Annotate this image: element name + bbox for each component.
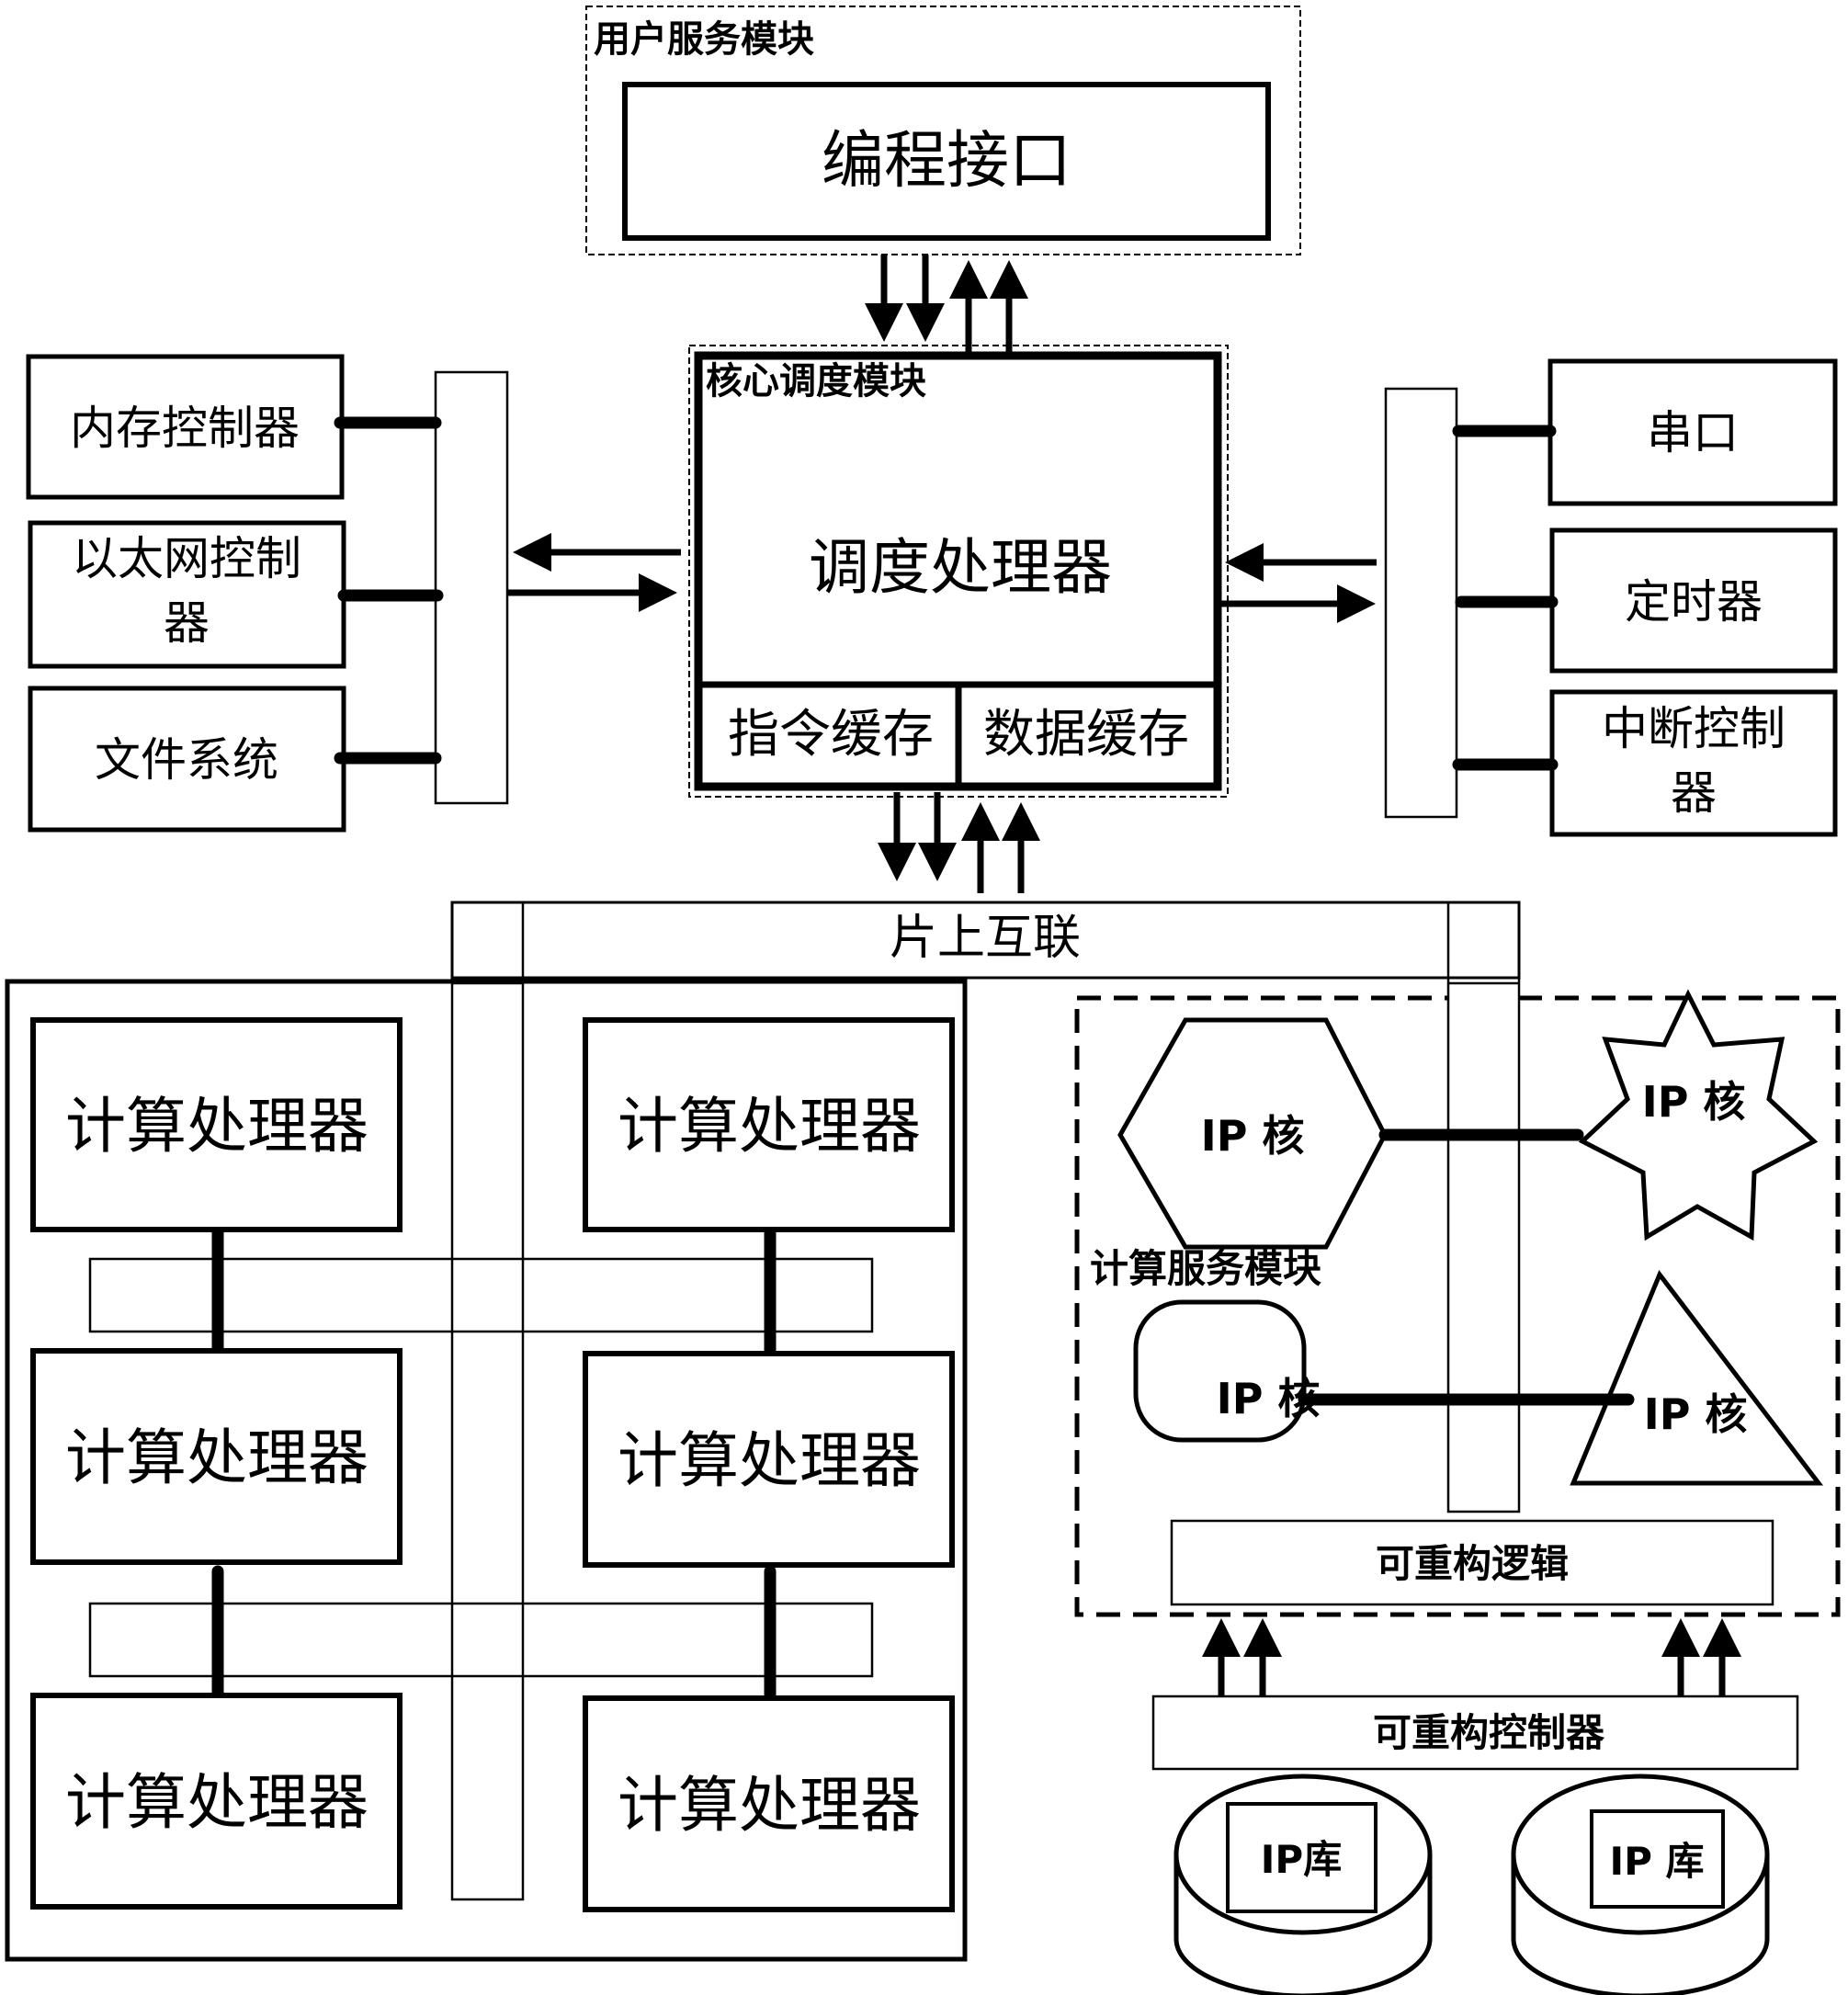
compute-service-module-title-overlay: 计算服务模块 bbox=[1090, 1246, 1321, 1291]
compute-processor-label: 计算处理器 bbox=[618, 1091, 921, 1162]
core-scheduling-module: 调度处理器 核心调度模块 指令缓存 数据缓存 bbox=[688, 345, 1229, 798]
compute-processor-box[interactable]: 计算处理器 bbox=[583, 1017, 955, 1232]
controller-arrows bbox=[1202, 1618, 1741, 1696]
file-system-label: 文件系统 bbox=[95, 733, 278, 787]
scheduler-processor-label: 调度处理器 bbox=[809, 532, 1112, 603]
compute-processor-box[interactable]: 计算处理器 bbox=[583, 1695, 955, 1912]
user-core-arrows bbox=[865, 255, 1028, 356]
compute-processor-box[interactable]: 计算处理器 bbox=[583, 1351, 955, 1568]
programming-interface-box[interactable]: 编程接口 bbox=[622, 82, 1271, 241]
memory-controller-label: 内存控制器 bbox=[70, 402, 300, 455]
serial-port-box[interactable]: 串口 bbox=[1548, 358, 1838, 506]
timer-label: 定时器 bbox=[1625, 575, 1763, 629]
ip-library-label: IP库 bbox=[1261, 1837, 1342, 1882]
left-peripheral-links bbox=[334, 416, 681, 765]
interconnect-column-right bbox=[1446, 901, 1521, 1513]
compute-processor-box[interactable]: 计算处理器 bbox=[30, 1348, 402, 1565]
user-service-module-title: 用户服务模块 bbox=[594, 18, 814, 61]
instruction-cache-box[interactable]: 指令缓存 bbox=[728, 705, 934, 765]
compute-processor-label: 计算处理器 bbox=[618, 1425, 921, 1496]
compute-processor-box[interactable]: 计算处理器 bbox=[30, 1017, 402, 1232]
architecture-diagram: 用户服务模块 编程接口 调度处理器 核心调度模块 指令缓存 数据缓存 内存控制器… bbox=[5, 6, 1841, 1995]
reconfigurable-logic-label: 可重构逻辑 bbox=[1376, 1541, 1569, 1586]
ip-core-label: IP 核 bbox=[1642, 1077, 1746, 1127]
reconfigurable-controller-label: 可重构控制器 bbox=[1373, 1710, 1605, 1755]
compute-processor-label: 计算处理器 bbox=[65, 1767, 368, 1838]
file-system-box[interactable]: 文件系统 bbox=[28, 686, 346, 833]
ip-core-label: IP 核 bbox=[1644, 1389, 1748, 1439]
left-peripheral-bus bbox=[434, 370, 509, 805]
interrupt-controller-label-line1: 中断控制 bbox=[1602, 702, 1786, 755]
ip-core-label: IP 核 bbox=[1201, 1111, 1305, 1161]
compute-processor-label: 计算处理器 bbox=[65, 1423, 368, 1493]
interrupt-controller-box[interactable]: 中断控制 器 bbox=[1549, 689, 1838, 837]
compute-cluster: 计算处理器 计算处理器 计算处理器 计算处理器 计算处理器 计算处理器 bbox=[5, 979, 968, 1962]
right-peripheral-bus bbox=[1384, 387, 1458, 819]
ip-library-cylinder[interactable]: IP库 bbox=[1173, 1774, 1433, 1995]
compute-processor-box[interactable]: 计算处理器 bbox=[30, 1693, 402, 1910]
core-scheduling-module-title: 核心调度模块 bbox=[706, 360, 926, 402]
timer-box[interactable]: 定时器 bbox=[1549, 527, 1838, 674]
user-service-module: 用户服务模块 编程接口 bbox=[585, 6, 1301, 255]
data-cache-label: 数据缓存 bbox=[983, 705, 1189, 765]
interrupt-controller-label-line2: 器 bbox=[1671, 766, 1717, 820]
ethernet-controller-label-line1: 以太网控制 bbox=[72, 532, 301, 585]
on-chip-interconnect-label: 片上互联 bbox=[890, 911, 1081, 966]
reconfigurable-controller-box[interactable]: 可重构控制器 bbox=[1151, 1695, 1799, 1771]
ip-library-cylinder[interactable]: IP 库 bbox=[1511, 1774, 1770, 1995]
data-cache-box[interactable]: 数据缓存 bbox=[983, 705, 1189, 765]
reconfigurable-logic-box[interactable]: 可重构逻辑 bbox=[1170, 1519, 1774, 1606]
memory-controller-box[interactable]: 内存控制器 bbox=[26, 354, 345, 500]
compute-processor-label: 计算处理器 bbox=[618, 1770, 921, 1841]
core-interconnect-arrows bbox=[878, 792, 1040, 893]
compute-processor-label: 计算处理器 bbox=[65, 1091, 368, 1162]
ethernet-controller-label-line2: 器 bbox=[164, 596, 210, 650]
instruction-cache-label: 指令缓存 bbox=[728, 705, 934, 765]
ethernet-controller-box[interactable]: 以太网控制 器 bbox=[28, 520, 346, 669]
serial-port-label: 串口 bbox=[1647, 406, 1739, 459]
programming-interface-label: 编程接口 bbox=[822, 125, 1071, 198]
ip-library-label: IP 库 bbox=[1609, 1839, 1704, 1884]
